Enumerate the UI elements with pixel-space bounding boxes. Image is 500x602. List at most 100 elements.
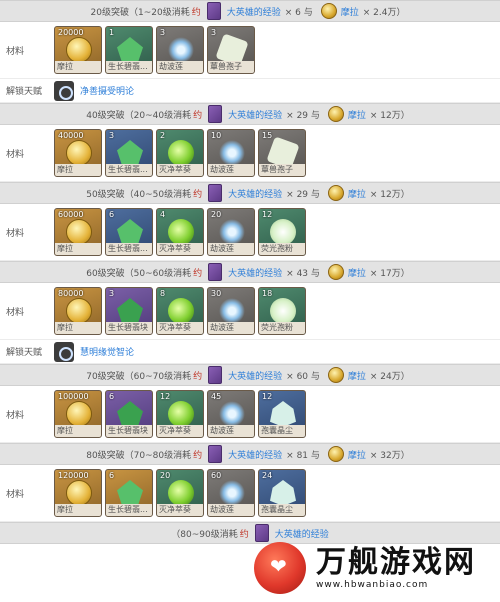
material-name: 孢囊晶尘	[259, 504, 305, 516]
mora-coin-icon	[327, 446, 344, 462]
material-card[interactable]: 60 劫波莲	[207, 469, 255, 517]
mora-item-name[interactable]: 摩拉	[348, 266, 366, 279]
material-name: 摩拉	[55, 322, 101, 334]
talent-icon	[54, 341, 74, 362]
material-name: 荧光孢粉	[259, 322, 305, 334]
material-label: 材料	[6, 307, 25, 318]
material-card[interactable]: 3 生长碧翡...	[105, 129, 153, 177]
material-card[interactable]: 8 灭净萃葵	[156, 287, 204, 335]
material-card[interactable]: 60000 摩拉	[54, 208, 102, 256]
mora-item-name[interactable]: 摩拉	[348, 108, 366, 121]
mora-count-text: × 17万）	[369, 268, 410, 279]
material-name: 劫波莲	[157, 61, 203, 73]
talent-name-link[interactable]: 慧明缘觉智论	[80, 345, 134, 358]
talent-label: 解锁天赋	[6, 87, 43, 97]
material-card[interactable]: 20000 摩拉	[54, 26, 102, 74]
header-level-text: 60级突破（50~60级消耗	[86, 268, 192, 279]
mora-item-name[interactable]: 摩拉	[341, 5, 359, 18]
material-card[interactable]: 12 孢囊晶尘	[258, 390, 306, 438]
exp-item-name[interactable]: 大英雄的经验	[228, 448, 282, 461]
mora-item-name[interactable]: 摩拉	[348, 448, 366, 461]
exp-item-name[interactable]: 大英雄的经验	[228, 187, 282, 200]
orb-icon	[168, 219, 194, 245]
gem2-icon	[117, 298, 143, 324]
material-card[interactable]: 20 劫波莲	[207, 208, 255, 256]
header-level-text: 50级突破（40~50级消耗	[86, 189, 192, 200]
material-count: 10	[211, 131, 222, 140]
material-count: 15	[262, 131, 273, 140]
material-card[interactable]: 120000 摩拉	[54, 469, 102, 517]
material-card[interactable]: 1 生长碧翡...	[105, 26, 153, 74]
material-card[interactable]: 80000 摩拉	[54, 287, 102, 335]
material-card[interactable]: 3 生长碧翡块	[105, 287, 153, 335]
exp-count-text: × 29 与	[286, 110, 320, 121]
coin-icon	[66, 140, 92, 166]
material-count: 4	[160, 210, 166, 219]
material-card[interactable]: 100000 摩拉	[54, 390, 102, 438]
header-level-text: （80~90级消耗	[171, 529, 238, 540]
material-card[interactable]: 15 蕈兽孢子	[258, 129, 306, 177]
material-label: 材料	[6, 46, 25, 57]
ascension-material-table: 20级突破（1~20级消耗约大英雄的经验 × 6 与摩拉 × 2.4万） 材料 2000…	[0, 0, 500, 602]
material-count: 8	[160, 289, 166, 298]
material-card[interactable]: 3 蕈兽孢子	[207, 26, 255, 74]
material-name: 灭净萃葵	[157, 425, 203, 437]
material-count: 24	[262, 471, 273, 480]
material-card[interactable]: 40000 摩拉	[54, 129, 102, 177]
material-count: 120000	[58, 471, 89, 480]
material-card[interactable]: 4 灭净萃葵	[156, 208, 204, 256]
material-card[interactable]: 12 灭净萃葵	[156, 390, 204, 438]
header-level-text: 40级突破（20~40级消耗	[86, 110, 192, 121]
material-count: 6	[109, 392, 115, 401]
flower-icon	[219, 298, 245, 324]
coin-icon	[66, 219, 92, 245]
material-card[interactable]: 24 孢囊晶尘	[258, 469, 306, 517]
material-count: 6	[109, 471, 115, 480]
coin-icon	[66, 480, 92, 506]
material-row: 材料 120000 摩拉 6 生长碧翡... 20 灭净萃葵 60 劫波莲 24 孢囊晶尘	[0, 465, 500, 522]
breakthrough-header: 40级突破（20~40级消耗约 大英雄的经验 × 29 与 摩拉 × 12万）	[0, 103, 500, 125]
exp-count-text: × 29 与	[286, 189, 320, 200]
glow-icon	[270, 219, 296, 245]
material-name: 灭净萃葵	[157, 322, 203, 334]
crystal-icon	[270, 480, 296, 506]
material-name: 孢囊晶尘	[259, 425, 305, 437]
material-row: 材料 40000 摩拉 3 生长碧翡... 2 灭净萃葵 10 劫波莲 15 蕈兽孢子	[0, 125, 500, 182]
material-row: 材料 100000 摩拉 6 生长碧翡块 12 灭净萃葵 45 劫波莲 12 孢囊晶尘	[0, 386, 500, 443]
mora-count-text: × 12万）	[369, 110, 410, 121]
mora-item-name[interactable]: 摩拉	[348, 187, 366, 200]
talent-name-link[interactable]: 净善摄受明论	[80, 84, 134, 97]
material-card[interactable]: 12 荧光孢粉	[258, 208, 306, 256]
material-list: 80000 摩拉 3 生长碧翡块 8 灭净萃葵 30 劫波莲 18 荧光孢粉	[54, 287, 306, 335]
header-approx-text: 约	[239, 529, 249, 540]
flower-icon	[219, 140, 245, 166]
material-card[interactable]: 10 劫波莲	[207, 129, 255, 177]
mora-count-text: × 32万）	[369, 450, 410, 461]
material-card[interactable]: 6 生长碧翡...	[105, 469, 153, 517]
material-name: 蕈兽孢子	[259, 164, 305, 176]
material-card[interactable]: 6 生长碧翡...	[105, 208, 153, 256]
mora-item-name[interactable]: 摩拉	[348, 369, 366, 382]
flower-icon	[219, 480, 245, 506]
exp-item-name[interactable]: 大英雄的经验	[228, 369, 282, 382]
material-card[interactable]: 6 生长碧翡块	[105, 390, 153, 438]
material-card[interactable]: 3 劫波莲	[156, 26, 204, 74]
material-card[interactable]: 18 荧光孢粉	[258, 287, 306, 335]
material-list: 20000 摩拉 1 生长碧翡... 3 劫波莲 3 蕈兽孢子	[54, 26, 255, 74]
material-card[interactable]: 45 劫波莲	[207, 390, 255, 438]
material-list: 120000 摩拉 6 生长碧翡... 20 灭净萃葵 60 劫波莲 24 孢囊晶尘	[54, 469, 306, 517]
material-card[interactable]: 2 灭净萃葵	[156, 129, 204, 177]
exp-item-name[interactable]: 大英雄的经验	[228, 266, 282, 279]
header-approx-text: 约	[193, 189, 203, 200]
material-card[interactable]: 30 劫波莲	[207, 287, 255, 335]
mora-count-text: × 2.4万）	[362, 7, 406, 18]
exp-item-name[interactable]: 大英雄的经验	[227, 5, 281, 18]
watermark-title: 万舰游戏网	[316, 544, 476, 580]
material-count: 3	[109, 289, 115, 298]
header-approx-text: 约	[193, 110, 203, 121]
material-count: 60	[211, 471, 222, 480]
unlock-talent-row: 解锁天赋 慧明缘觉智论	[0, 340, 500, 364]
material-card[interactable]: 20 灭净萃葵	[156, 469, 204, 517]
flower-icon	[219, 401, 245, 427]
exp-item-name[interactable]: 大英雄的经验	[228, 108, 282, 121]
